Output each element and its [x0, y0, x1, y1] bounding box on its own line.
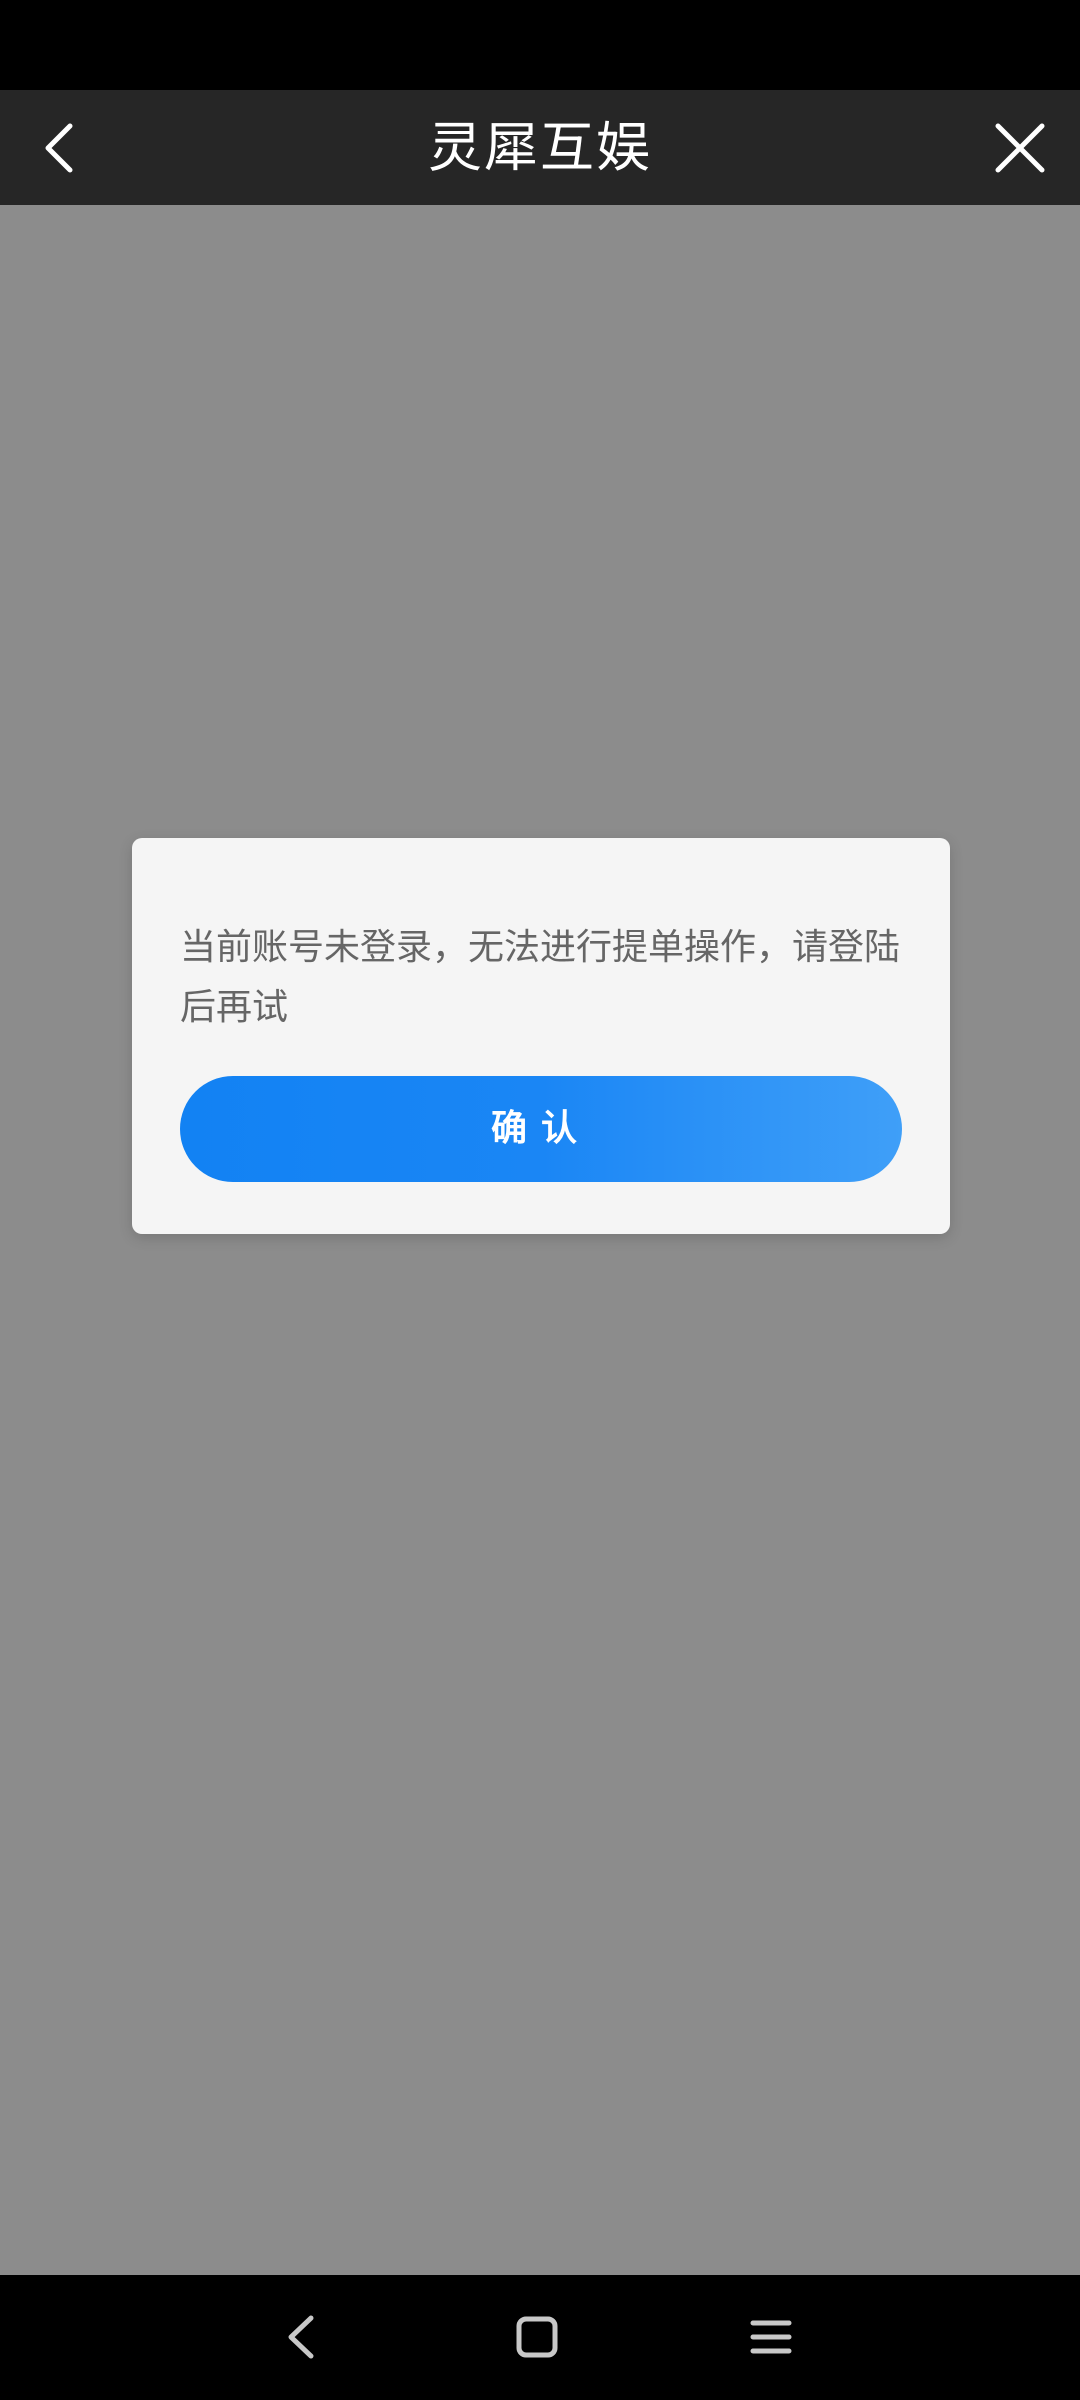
login-required-dialog: 当前账号未登录，无法进行提单操作，请登陆后再试 确认 — [132, 838, 950, 1234]
modal-overlay — [0, 205, 1080, 2275]
confirm-button[interactable]: 确认 — [180, 1076, 902, 1182]
title-bar: 灵犀互娱 — [0, 90, 1080, 205]
close-button[interactable] — [980, 100, 1060, 195]
status-bar — [0, 0, 1080, 90]
chevron-left-icon — [45, 123, 73, 172]
page-title: 灵犀互娱 — [428, 116, 652, 179]
nav-home-button[interactable] — [492, 2297, 582, 2377]
dialog-message: 当前账号未登录，无法进行提单操作，请登陆后再试 — [180, 927, 901, 1028]
system-nav-bar — [0, 2275, 1080, 2400]
triangle-back-icon — [288, 2315, 314, 2359]
close-icon — [995, 123, 1045, 172]
nav-menu-button[interactable] — [726, 2297, 816, 2377]
hamburger-menu-icon — [750, 2320, 792, 2354]
square-home-icon — [516, 2316, 558, 2358]
back-button[interactable] — [20, 100, 100, 195]
nav-back-button[interactable] — [256, 2297, 346, 2377]
